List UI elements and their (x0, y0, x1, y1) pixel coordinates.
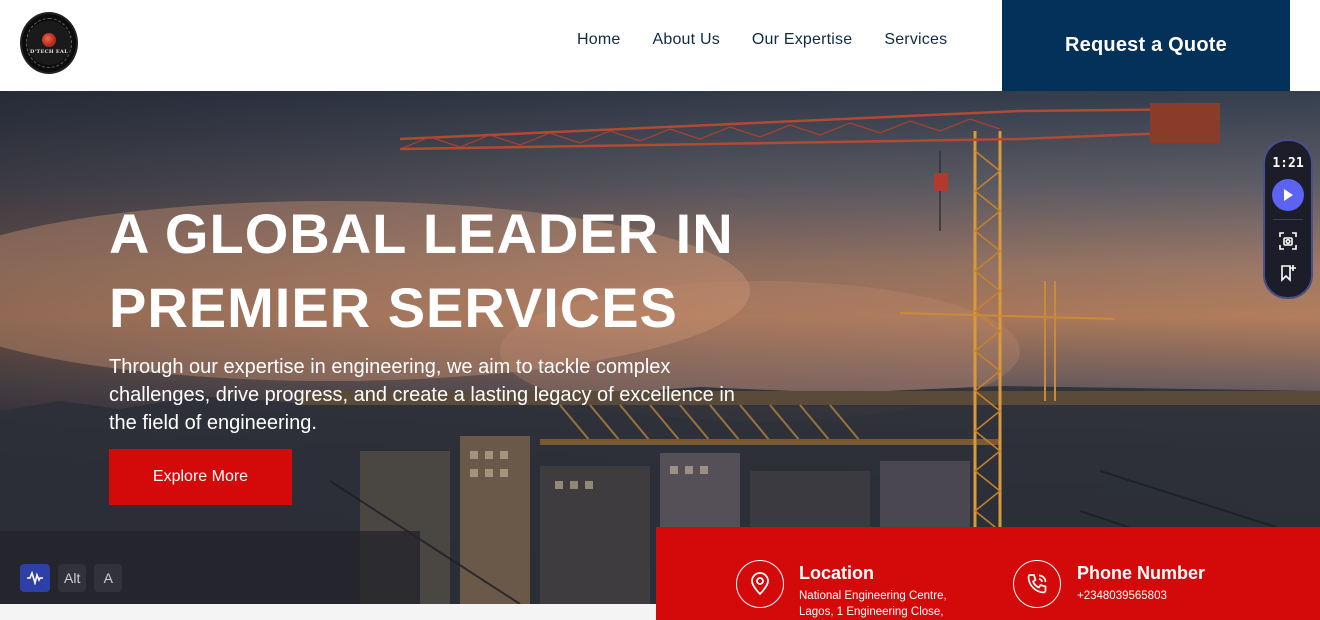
site-header: D'TECH EAL Home About Us Our Expertise S… (0, 0, 1320, 91)
recording-time: 1:21 (1272, 156, 1304, 171)
phone-title: Phone Number (1077, 563, 1206, 583)
location-line-2: Lagos, 1 Engineering Close, (799, 606, 944, 618)
nav-our-expertise[interactable]: Our Expertise (752, 31, 852, 49)
hero-subtitle: Through our expertise in engineering, we… (109, 356, 735, 434)
add-bookmark-icon[interactable] (1277, 262, 1299, 284)
screenshot-icon[interactable] (1277, 230, 1299, 252)
location-title: Location (799, 563, 874, 583)
hero-title-line-2: PREMIER SERVICES (109, 276, 678, 339)
nav-about-us[interactable]: About Us (652, 31, 719, 49)
main-nav: Home About Us Our Expertise Services (577, 31, 947, 49)
request-quote-button[interactable]: Request a Quote (1002, 0, 1290, 91)
audio-wave-icon[interactable] (20, 564, 50, 592)
contact-info-box: Location National Engineering Centre, La… (656, 527, 1320, 620)
nav-services[interactable]: Services (884, 31, 947, 49)
explore-more-button[interactable]: Explore More (109, 449, 292, 505)
logo-ring (26, 18, 72, 68)
phone-icon (1013, 560, 1061, 608)
play-icon[interactable] (1272, 179, 1304, 211)
hero-title: A GLOBAL LEADER IN PREMIER SERVICES (109, 197, 809, 345)
nav-home[interactable]: Home (577, 31, 620, 49)
location-address: National Engineering Centre, Lagos, 1 En… (799, 588, 947, 620)
alt-text-toggle[interactable]: Alt (58, 564, 87, 592)
location-line-1: National Engineering Centre, (799, 590, 947, 602)
font-size-toggle[interactable]: A (94, 564, 123, 592)
company-logo[interactable]: D'TECH EAL (20, 12, 78, 74)
phone-number[interactable]: +2348039565803 (1077, 588, 1167, 604)
screen-recorder-widget: 1:21 (1263, 139, 1313, 299)
hero-title-line-1: A GLOBAL LEADER IN (109, 202, 734, 265)
widget-divider (1273, 219, 1303, 220)
accessibility-toolbar: Alt A (20, 564, 123, 592)
location-pin-icon (736, 560, 784, 608)
